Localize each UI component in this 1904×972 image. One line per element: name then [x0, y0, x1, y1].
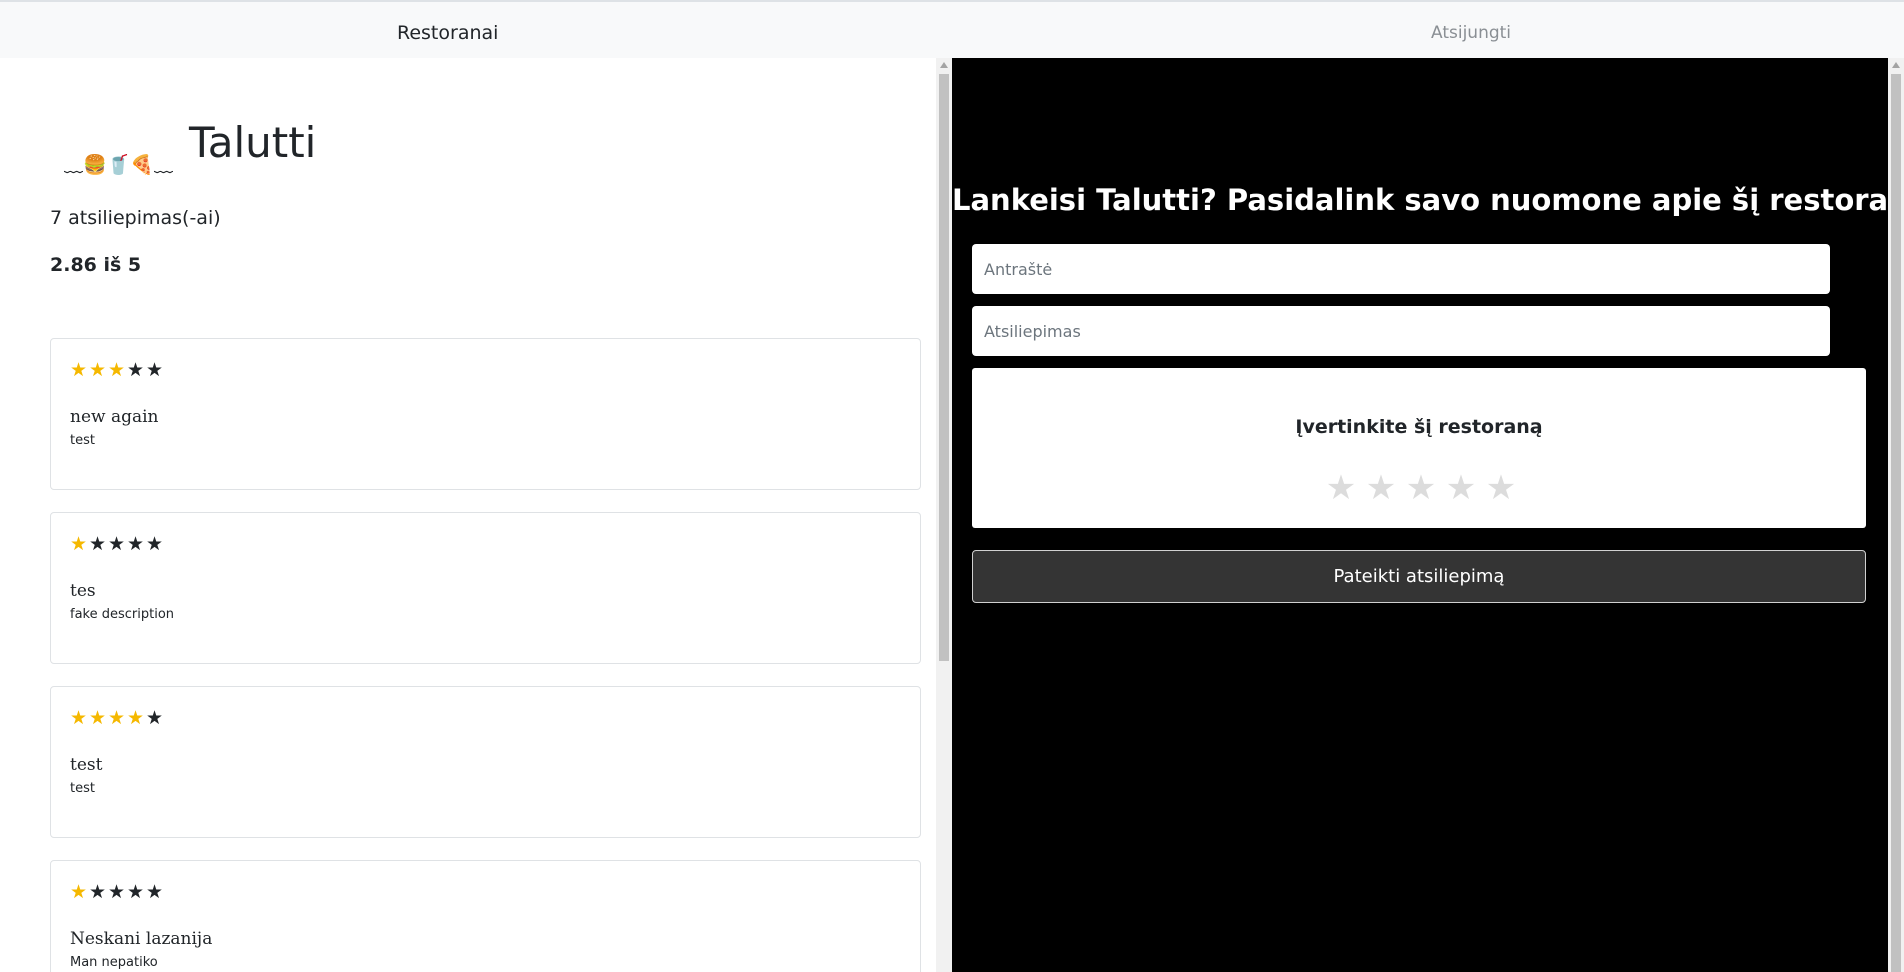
star-icon: ★: [146, 707, 164, 729]
nav-logout-link[interactable]: Atsijungti: [1431, 23, 1511, 43]
review-body: fake description: [70, 607, 175, 622]
review-card: ★ ★ ★ ★ ★ test test: [50, 686, 921, 838]
star-icon: ★: [89, 881, 107, 903]
rating-star-picker: ★ ★ ★ ★ ★: [1321, 468, 1521, 508]
restaurant-panel: ﹏🍔🥤🍕﹏ Talutti 7 atsiliepimas(-ai) 2.86 i…: [0, 58, 936, 972]
rate-star-2-icon[interactable]: ★: [1361, 468, 1401, 508]
review-stars: ★ ★ ★ ★ ★: [70, 881, 165, 903]
star-icon: ★: [89, 707, 107, 729]
review-count: 7 atsiliepimas(-ai): [50, 207, 221, 229]
review-card: ★ ★ ★ ★ ★ new again test: [50, 338, 921, 490]
star-icon: ★: [127, 359, 145, 381]
review-form-panel: Lankeisi Talutti? Pasidalink savo nuomon…: [952, 58, 1904, 972]
review-stars: ★ ★ ★ ★ ★: [70, 359, 165, 381]
review-card: ★ ★ ★ ★ ★ tes fake description: [50, 512, 921, 664]
star-icon: ★: [108, 533, 126, 555]
review-card: ★ ★ ★ ★ ★ Neskani lazanija Man nepatiko: [50, 860, 921, 972]
scrollbar-thumb[interactable]: [939, 74, 949, 661]
scroll-up-arrow-icon[interactable]: [940, 62, 948, 68]
rate-star-5-icon[interactable]: ★: [1481, 468, 1521, 508]
rate-star-3-icon[interactable]: ★: [1401, 468, 1441, 508]
rating-box: Įvertinkite šį restoraną ★ ★ ★ ★ ★: [972, 368, 1866, 528]
review-text-input[interactable]: [972, 306, 1830, 356]
star-icon: ★: [127, 881, 145, 903]
review-title-input[interactable]: [972, 244, 1830, 294]
star-icon: ★: [127, 533, 145, 555]
review-body: test: [70, 433, 95, 448]
form-scrollbar[interactable]: [1888, 58, 1904, 972]
star-icon: ★: [70, 881, 88, 903]
nav-restaurants-link[interactable]: Restoranai: [397, 22, 498, 44]
review-title: new again: [70, 407, 159, 427]
rating-label: Įvertinkite šį restoraną: [1295, 416, 1543, 438]
star-icon: ★: [70, 707, 88, 729]
star-icon: ★: [108, 881, 126, 903]
rate-star-1-icon[interactable]: ★: [1321, 468, 1361, 508]
restaurant-logo: ﹏🍔🥤🍕﹏: [64, 154, 173, 176]
star-icon: ★: [70, 359, 88, 381]
star-icon: ★: [146, 533, 164, 555]
review-stars: ★ ★ ★ ★ ★: [70, 533, 165, 555]
star-icon: ★: [89, 359, 107, 381]
top-navbar: Restoranai Atsijungti: [0, 0, 1904, 58]
form-heading: Lankeisi Talutti? Pasidalink savo nuomon…: [952, 183, 1904, 217]
star-icon: ★: [70, 533, 88, 555]
submit-review-button[interactable]: Pateikti atsiliepimą: [972, 550, 1866, 603]
star-icon: ★: [108, 707, 126, 729]
review-title: tes: [70, 581, 96, 601]
review-body: Man nepatiko: [70, 955, 158, 970]
review-body: test: [70, 781, 95, 796]
scrollbar-thumb[interactable]: [1891, 74, 1901, 972]
restaurant-name: Talutti: [189, 118, 317, 167]
review-stars: ★ ★ ★ ★ ★: [70, 707, 165, 729]
star-icon: ★: [89, 533, 107, 555]
star-icon: ★: [127, 707, 145, 729]
review-title: Neskani lazanija: [70, 929, 213, 949]
review-title: test: [70, 755, 103, 775]
scroll-up-arrow-icon[interactable]: [1892, 62, 1900, 68]
reviews-scrollbar[interactable]: [936, 58, 952, 972]
star-icon: ★: [146, 881, 164, 903]
rate-star-4-icon[interactable]: ★: [1441, 468, 1481, 508]
average-rating: 2.86 iš 5: [50, 254, 142, 276]
star-icon: ★: [146, 359, 164, 381]
star-icon: ★: [108, 359, 126, 381]
